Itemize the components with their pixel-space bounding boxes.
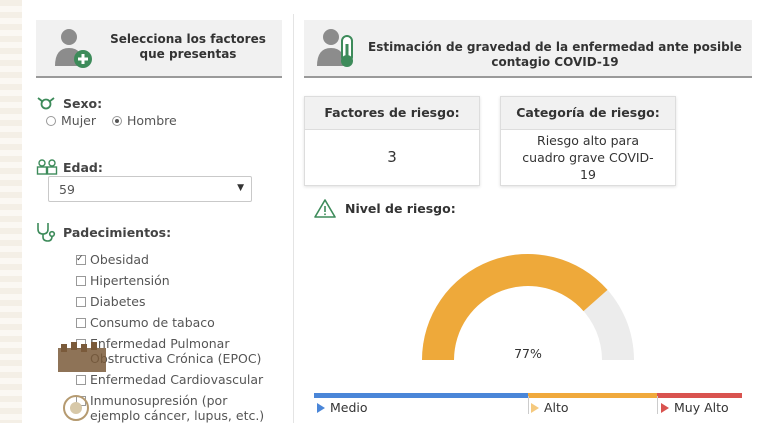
stethoscope-icon <box>37 223 56 242</box>
scale-bar-alto <box>528 393 657 398</box>
gauge-fill <box>422 253 608 360</box>
checkbox-obesidad[interactable]: Obesidad <box>76 252 271 267</box>
factores-riesgo-title: Factores de riesgo: <box>305 97 479 130</box>
checkbox[interactable] <box>76 318 86 328</box>
add-user-icon <box>55 29 92 68</box>
checkbox-checked[interactable] <box>76 252 86 267</box>
factors-header-title: Selecciona los factores que presentas <box>110 32 266 61</box>
checkbox-hipertension[interactable]: Hipertensión <box>76 273 271 288</box>
checkbox[interactable] <box>76 297 86 307</box>
warning-icon <box>314 199 336 218</box>
checkbox-tabaco[interactable]: Consumo de tabaco <box>76 315 271 330</box>
categoria-riesgo-value: Riesgo alto para cuadro grave COVID-19 <box>522 132 654 182</box>
checkbox-diabetes[interactable]: Diabetes <box>76 294 271 309</box>
nivel-riesgo-label: Nivel de riesgo: <box>345 201 456 216</box>
edad-select[interactable]: 59 ▼ <box>48 176 252 202</box>
estimation-header: Estimación de gravedad de la enfermedad … <box>304 20 752 78</box>
scale-label-medio: Medio <box>317 400 368 415</box>
factores-riesgo-value: 3 <box>387 148 397 166</box>
user-thermometer-icon <box>317 29 353 67</box>
estimation-header-title: Estimación de gravedad de la enfermedad … <box>368 40 742 69</box>
edad-select-value: 59 <box>59 182 75 197</box>
government-seal-logo <box>58 342 106 421</box>
radio-hombre[interactable]: Hombre <box>112 113 177 128</box>
triangle-right-icon <box>661 403 669 413</box>
radio-button[interactable] <box>46 115 56 126</box>
radio-mujer[interactable]: Mujer <box>46 113 96 128</box>
scale-divider <box>528 396 529 414</box>
sexo-radio-group: Mujer Hombre <box>46 113 189 128</box>
scale-bar-muy-alto <box>657 393 742 398</box>
padecimientos-label: Padecimientos: <box>63 225 172 240</box>
age-people-icon <box>36 159 58 175</box>
triangle-right-icon <box>317 403 325 413</box>
gauge-percent-label: 77% <box>514 346 542 361</box>
scale-divider <box>657 396 658 414</box>
scale-label-alto: Alto <box>531 400 569 415</box>
categoria-riesgo-card: Categoría de riesgo: Riesgo alto para cu… <box>500 96 676 186</box>
checkbox[interactable] <box>76 276 86 286</box>
sexo-label: Sexo: <box>63 96 103 111</box>
decorative-background-pattern <box>0 0 22 423</box>
scale-bar-medio <box>314 393 528 398</box>
panel-divider <box>293 14 294 423</box>
scale-label-muy-alto: Muy Alto <box>661 400 729 415</box>
factores-riesgo-card: Factores de riesgo: 3 <box>304 96 480 186</box>
factors-header: Selecciona los factores que presentas <box>36 20 282 78</box>
triangle-right-icon <box>531 403 539 413</box>
radio-button-selected[interactable] <box>112 115 122 126</box>
chevron-down-icon: ▼ <box>237 183 244 193</box>
categoria-riesgo-title: Categoría de riesgo: <box>501 97 675 130</box>
edad-label: Edad: <box>63 160 103 175</box>
gender-icon <box>37 97 55 110</box>
